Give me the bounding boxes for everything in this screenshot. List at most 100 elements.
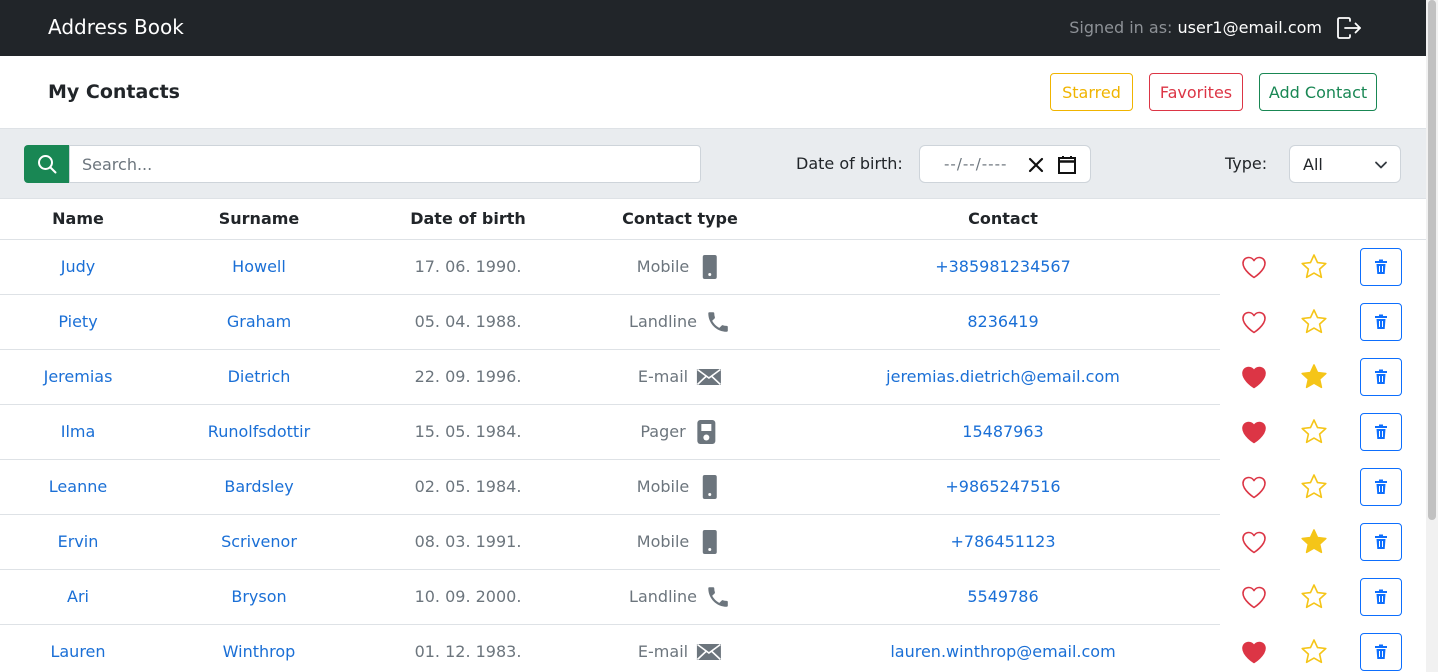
favorite-heart-icon[interactable]: [1240, 638, 1268, 666]
clear-date-icon[interactable]: [1026, 155, 1046, 175]
delete-contact-button[interactable]: [1360, 578, 1402, 616]
delete-contact-button[interactable]: [1360, 358, 1402, 396]
delete-contact-button[interactable]: [1360, 248, 1402, 286]
star-icon[interactable]: [1299, 417, 1329, 447]
star-icon[interactable]: [1299, 362, 1329, 392]
contact-type-label: Landline: [629, 587, 697, 606]
cell-surname[interactable]: Bardsley: [224, 477, 293, 497]
favorites-button[interactable]: Favorites: [1149, 73, 1243, 111]
page-title: My Contacts: [48, 81, 180, 103]
cell-contact[interactable]: 8236419: [967, 312, 1038, 332]
signed-in-info: Signed in as: user1@email.com: [1069, 17, 1322, 39]
cell-contact[interactable]: jeremias.dietrich@email.com: [886, 367, 1120, 387]
col-header-name[interactable]: Name: [52, 209, 104, 229]
favorite-heart-icon[interactable]: [1240, 363, 1268, 391]
star-icon[interactable]: [1299, 252, 1329, 282]
delete-contact-button[interactable]: [1360, 413, 1402, 451]
pager-icon: [694, 419, 720, 445]
app-brand[interactable]: Address Book: [48, 14, 184, 40]
favorite-heart-icon[interactable]: [1240, 418, 1268, 446]
page-header: My Contacts Starred Favorites Add Contac…: [0, 56, 1426, 128]
table-row: Jeremias Dietrich 22. 09. 1996. jeremias.di…: [0, 350, 1426, 405]
filter-bar: Date of birth: --/--/---- Type: All: [0, 128, 1426, 199]
trash-icon: [1375, 259, 1387, 274]
cell-dob: 05. 04. 1988.: [414, 312, 522, 331]
trash-icon: [1375, 534, 1387, 549]
search-input[interactable]: [69, 145, 701, 183]
table-header: Name Surname Date of birth Contact type …: [0, 199, 1426, 240]
cell-contact[interactable]: 5549786: [967, 587, 1038, 607]
cell-surname[interactable]: Runolfsdottir: [208, 422, 310, 442]
star-icon[interactable]: [1299, 582, 1329, 612]
contact-type-label: Mobile: [636, 532, 690, 551]
cell-dob: 17. 06. 1990.: [414, 257, 522, 276]
cell-contact[interactable]: 15487963: [962, 422, 1043, 442]
table-row: Ervin Scrivenor 08. 03. 1991. +786451123 Mo…: [0, 515, 1426, 570]
type-filter-select[interactable]: All: [1289, 145, 1401, 183]
table-row: Lauren Winthrop 01. 12. 1983. lauren.winthr…: [0, 625, 1426, 672]
cell-dob: 01. 12. 1983.: [414, 642, 522, 661]
cell-name[interactable]: Judy: [61, 257, 95, 277]
page: Address Book Signed in as: user1@email.c…: [0, 0, 1438, 672]
cell-dob: 22. 09. 1996.: [414, 367, 522, 386]
trash-icon: [1375, 479, 1387, 494]
delete-contact-button[interactable]: [1360, 633, 1402, 671]
favorite-heart-icon[interactable]: [1240, 528, 1268, 556]
cell-surname[interactable]: Scrivenor: [221, 532, 297, 552]
col-header-contact[interactable]: Contact: [968, 209, 1038, 229]
star-icon[interactable]: [1299, 637, 1329, 667]
star-icon[interactable]: [1299, 527, 1329, 557]
col-header-contact-type[interactable]: Contact type: [622, 209, 738, 229]
add-contact-button[interactable]: Add Contact: [1259, 73, 1377, 111]
cell-contact[interactable]: +786451123: [950, 532, 1055, 552]
cell-surname[interactable]: Howell: [232, 257, 286, 277]
dob-filter-input[interactable]: --/--/----: [919, 145, 1091, 183]
cell-name[interactable]: Lauren: [50, 642, 105, 662]
favorite-heart-icon[interactable]: [1240, 473, 1268, 501]
table-row: Leanne Bardsley 02. 05. 1984. +9865247516 M…: [0, 460, 1426, 515]
cell-name[interactable]: Ari: [67, 587, 89, 607]
cell-surname[interactable]: Graham: [227, 312, 291, 332]
search-button[interactable]: [24, 145, 70, 183]
cell-name[interactable]: Ilma: [61, 422, 96, 442]
cell-name[interactable]: Jeremias: [44, 367, 113, 387]
star-icon[interactable]: [1299, 307, 1329, 337]
cell-contact[interactable]: +9865247516: [945, 477, 1060, 497]
cell-contact[interactable]: +385981234567: [935, 257, 1071, 277]
starred-button[interactable]: Starred: [1050, 73, 1133, 111]
favorite-heart-icon[interactable]: [1240, 308, 1268, 336]
cell-name[interactable]: Piety: [58, 312, 97, 332]
contact-type-label: Pager: [640, 422, 686, 441]
contact-type-label: Mobile: [636, 257, 690, 276]
col-header-surname[interactable]: Surname: [219, 209, 300, 229]
cell-surname[interactable]: Dietrich: [228, 367, 291, 387]
cell-dob: 08. 03. 1991.: [414, 532, 522, 551]
cell-contact[interactable]: lauren.winthrop@email.com: [890, 642, 1115, 662]
navbar: Address Book Signed in as: user1@email.c…: [0, 0, 1426, 56]
col-header-dob[interactable]: Date of birth: [410, 209, 526, 229]
phone-icon: [705, 584, 731, 610]
signed-in-label: Signed in as:: [1069, 18, 1173, 37]
cell-surname[interactable]: Bryson: [231, 587, 286, 607]
scrollbar[interactable]: [1426, 0, 1438, 672]
calendar-icon[interactable]: [1056, 154, 1078, 176]
delete-contact-button[interactable]: [1360, 523, 1402, 561]
table-row: Piety Graham 05. 04. 1988. 8236419 Landline: [0, 295, 1426, 350]
cell-name[interactable]: Ervin: [58, 532, 99, 552]
favorite-heart-icon[interactable]: [1240, 253, 1268, 281]
scrollbar-thumb[interactable]: [1428, 0, 1436, 520]
cell-contact-type: Pager: [640, 419, 719, 445]
delete-contact-button[interactable]: [1360, 303, 1402, 341]
table-body: Judy Howell 17. 06. 1990. +385981234567 Mob…: [0, 240, 1426, 672]
star-icon[interactable]: [1299, 472, 1329, 502]
favorite-heart-icon[interactable]: [1240, 583, 1268, 611]
delete-contact-button[interactable]: [1360, 468, 1402, 506]
contact-type-label: Mobile: [636, 477, 690, 496]
logout-icon[interactable]: [1336, 16, 1362, 40]
type-filter-value: All: [1303, 155, 1323, 174]
envelope-icon: [696, 639, 722, 665]
signed-in-email: user1@email.com: [1177, 18, 1322, 37]
cell-dob: 10. 09. 2000.: [414, 587, 522, 606]
cell-surname[interactable]: Winthrop: [223, 642, 296, 662]
cell-name[interactable]: Leanne: [49, 477, 107, 497]
